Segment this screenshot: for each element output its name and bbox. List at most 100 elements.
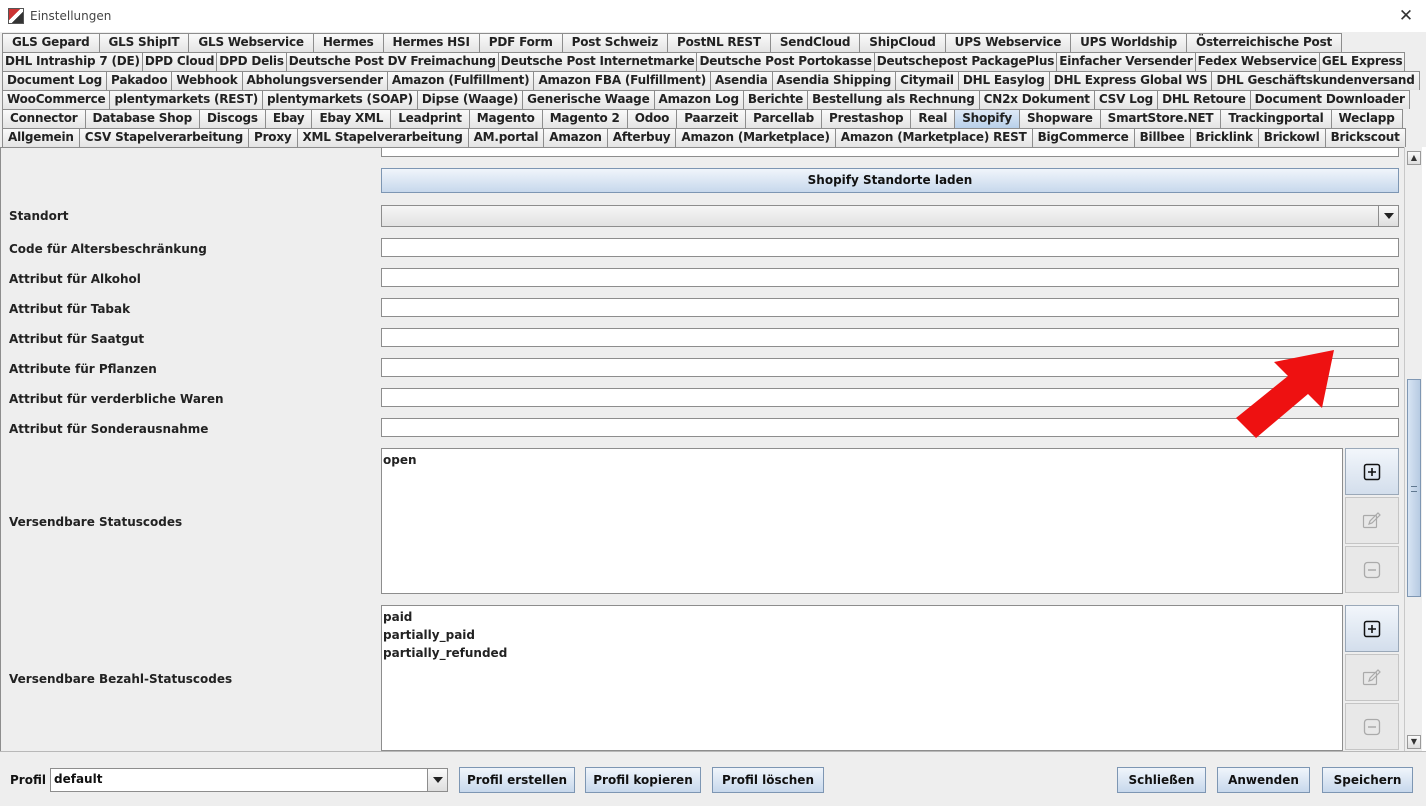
tab-billbee[interactable]: Billbee [1133,128,1190,147]
tab-pdf-form[interactable]: PDF Form [478,33,562,52]
tab-shopify[interactable]: Shopify [954,109,1019,128]
tab-am-portal[interactable]: AM.portal [467,128,544,147]
tab-amazon-fulfillment[interactable]: Amazon (Fulfillment) [386,71,534,90]
tab-discogs[interactable]: Discogs [198,109,265,128]
apply-button[interactable]: Anwenden [1217,767,1310,793]
profile-select[interactable]: default [50,768,448,792]
copy-profile-button[interactable]: Profil kopieren [585,767,701,793]
alcohol-field[interactable] [381,268,1399,287]
tab-document-log[interactable]: Document Log [2,71,107,90]
tab-document-downloader[interactable]: Document Downloader [1249,90,1410,109]
tab-dhl-easylog[interactable]: DHL Easylog [957,71,1049,90]
standort-select[interactable] [381,205,1399,227]
tab-gls-gepard[interactable]: GLS Gepard [2,33,99,52]
tab-österreichische-post[interactable]: Österreichische Post [1185,33,1343,52]
tab-citymail[interactable]: Citymail [895,71,958,90]
tab-deutsche-post-internetmarke[interactable]: Deutsche Post Internetmarke [497,52,697,71]
tab-ups-webservice[interactable]: UPS Webservice [944,33,1071,52]
tab-shopware[interactable]: Shopware [1018,109,1100,128]
create-profile-button[interactable]: Profil erstellen [459,767,575,793]
tab-amazon[interactable]: Amazon [543,128,607,147]
tobacco-field[interactable] [381,298,1399,317]
list-item[interactable]: partially_paid [383,626,1341,644]
tab-dipse-waage[interactable]: Dipse (Waage) [416,90,523,109]
tab-deutsche-post-dv-freimachung[interactable]: Deutsche Post DV Freimachung [285,52,498,71]
tab-cn2x-dokument[interactable]: CN2x Dokument [978,90,1094,109]
tab-xml-stapelverarbeitung[interactable]: XML Stapelverarbeitung [296,128,468,147]
tab-dhl-geschäftskundenversand[interactable]: DHL Geschäftskundenversand [1211,71,1420,90]
load-locations-button[interactable]: Shopify Standorte laden [381,168,1399,193]
tab-real[interactable]: Real [910,109,955,128]
tab-connector[interactable]: Connector [2,109,85,128]
tab-gls-webservice[interactable]: GLS Webservice [188,33,313,52]
tab-abholungsversender[interactable]: Abholungsversender [241,71,387,90]
add-payment-status-button[interactable] [1345,605,1399,652]
tab-ebay-xml[interactable]: Ebay XML [311,109,391,128]
tab-sendcloud[interactable]: SendCloud [769,33,860,52]
tab-brickscout[interactable]: Brickscout [1324,128,1406,147]
remove-status-button[interactable] [1345,546,1399,593]
tab-asendia-shipping[interactable]: Asendia Shipping [771,71,896,90]
tab-paarzeit[interactable]: Paarzeit [676,109,746,128]
tab-amazon-fba-fulfillment[interactable]: Amazon FBA (Fulfillment) [533,71,710,90]
tab-gel-express[interactable]: GEL Express [1318,52,1406,71]
tab-plentymarkets-rest[interactable]: plentymarkets (REST) [109,90,263,109]
tab-fedex-webservice[interactable]: Fedex Webservice [1194,52,1319,71]
tab-dhl-express-global-ws[interactable]: DHL Express Global WS [1048,71,1212,90]
close-button[interactable]: Schließen [1117,767,1206,793]
list-item[interactable]: open [383,451,1341,469]
scroll-thumb[interactable] [1407,379,1421,597]
tab-plentymarkets-soap[interactable]: plentymarkets (SOAP) [262,90,417,109]
tab-woocommerce[interactable]: WooCommerce [2,90,110,109]
tab-pakadoo[interactable]: Pakadoo [106,71,172,90]
cut-off-field[interactable] [381,148,1399,157]
tab-leadprint[interactable]: Leadprint [390,109,469,128]
tab-ups-worldship[interactable]: UPS Worldship [1070,33,1186,52]
tab-deutschepost-packageplus[interactable]: Deutschepost PackagePlus [873,52,1057,71]
tab-shipcloud[interactable]: ShipCloud [859,33,945,52]
remove-payment-status-button[interactable] [1345,703,1399,750]
tab-hermes[interactable]: Hermes [312,33,383,52]
tab-gls-shipit[interactable]: GLS ShipIT [98,33,189,52]
close-icon[interactable]: ✕ [1396,6,1416,26]
tab-proxy[interactable]: Proxy [247,128,297,147]
tab-generische-waage[interactable]: Generische Waage [522,90,654,109]
content-scrollbar[interactable]: ▲ ▼ [1404,147,1422,751]
list-item[interactable]: paid [383,608,1341,626]
chevron-down-icon[interactable] [1378,206,1398,226]
tab-csv-stapelverarbeitung[interactable]: CSV Stapelverarbeitung [78,128,248,147]
tab-dhl-intraship-7-de[interactable]: DHL Intraship 7 (DE) [2,52,142,71]
edit-payment-status-button[interactable] [1345,654,1399,701]
tab-afterbuy[interactable]: Afterbuy [606,128,676,147]
tab-bricklink[interactable]: Bricklink [1189,128,1258,147]
tab-bestellung-als-rechnung[interactable]: Bestellung als Rechnung [807,90,979,109]
tab-dpd-cloud[interactable]: DPD Cloud [141,52,217,71]
tab-csv-log[interactable]: CSV Log [1093,90,1158,109]
tab-webhook[interactable]: Webhook [171,71,242,90]
tab-hermes-hsi[interactable]: Hermes HSI [382,33,479,52]
tab-dhl-retoure[interactable]: DHL Retoure [1157,90,1250,109]
tab-ebay[interactable]: Ebay [264,109,312,128]
add-status-button[interactable] [1345,448,1399,495]
status-codes-list[interactable]: open [381,448,1343,594]
tab-database-shop[interactable]: Database Shop [84,109,199,128]
tab-brickowl[interactable]: Brickowl [1257,128,1325,147]
tab-amazon-marketplace-rest[interactable]: Amazon (Marketplace) REST [834,128,1032,147]
save-button[interactable]: Speichern [1322,767,1413,793]
tab-deutsche-post-portokasse[interactable]: Deutsche Post Portokasse [696,52,874,71]
tab-bigcommerce[interactable]: BigCommerce [1031,128,1134,147]
age-code-field[interactable] [381,238,1399,257]
chevron-down-icon[interactable] [427,769,447,791]
tab-asendia[interactable]: Asendia [710,71,772,90]
scroll-up-icon[interactable]: ▲ [1407,151,1421,165]
tab-smartstore-net[interactable]: SmartStore.NET [1099,109,1221,128]
tab-magento[interactable]: Magento [468,109,542,128]
seeds-field[interactable] [381,328,1399,347]
delete-profile-button[interactable]: Profil löschen [712,767,824,793]
tab-berichte[interactable]: Berichte [742,90,808,109]
tab-weclapp[interactable]: Weclapp [1330,109,1403,128]
tab-odoo[interactable]: Odoo [626,109,677,128]
list-item[interactable]: partially_refunded [383,644,1341,662]
tab-post-schweiz[interactable]: Post Schweiz [561,33,667,52]
edit-status-button[interactable] [1345,497,1399,544]
